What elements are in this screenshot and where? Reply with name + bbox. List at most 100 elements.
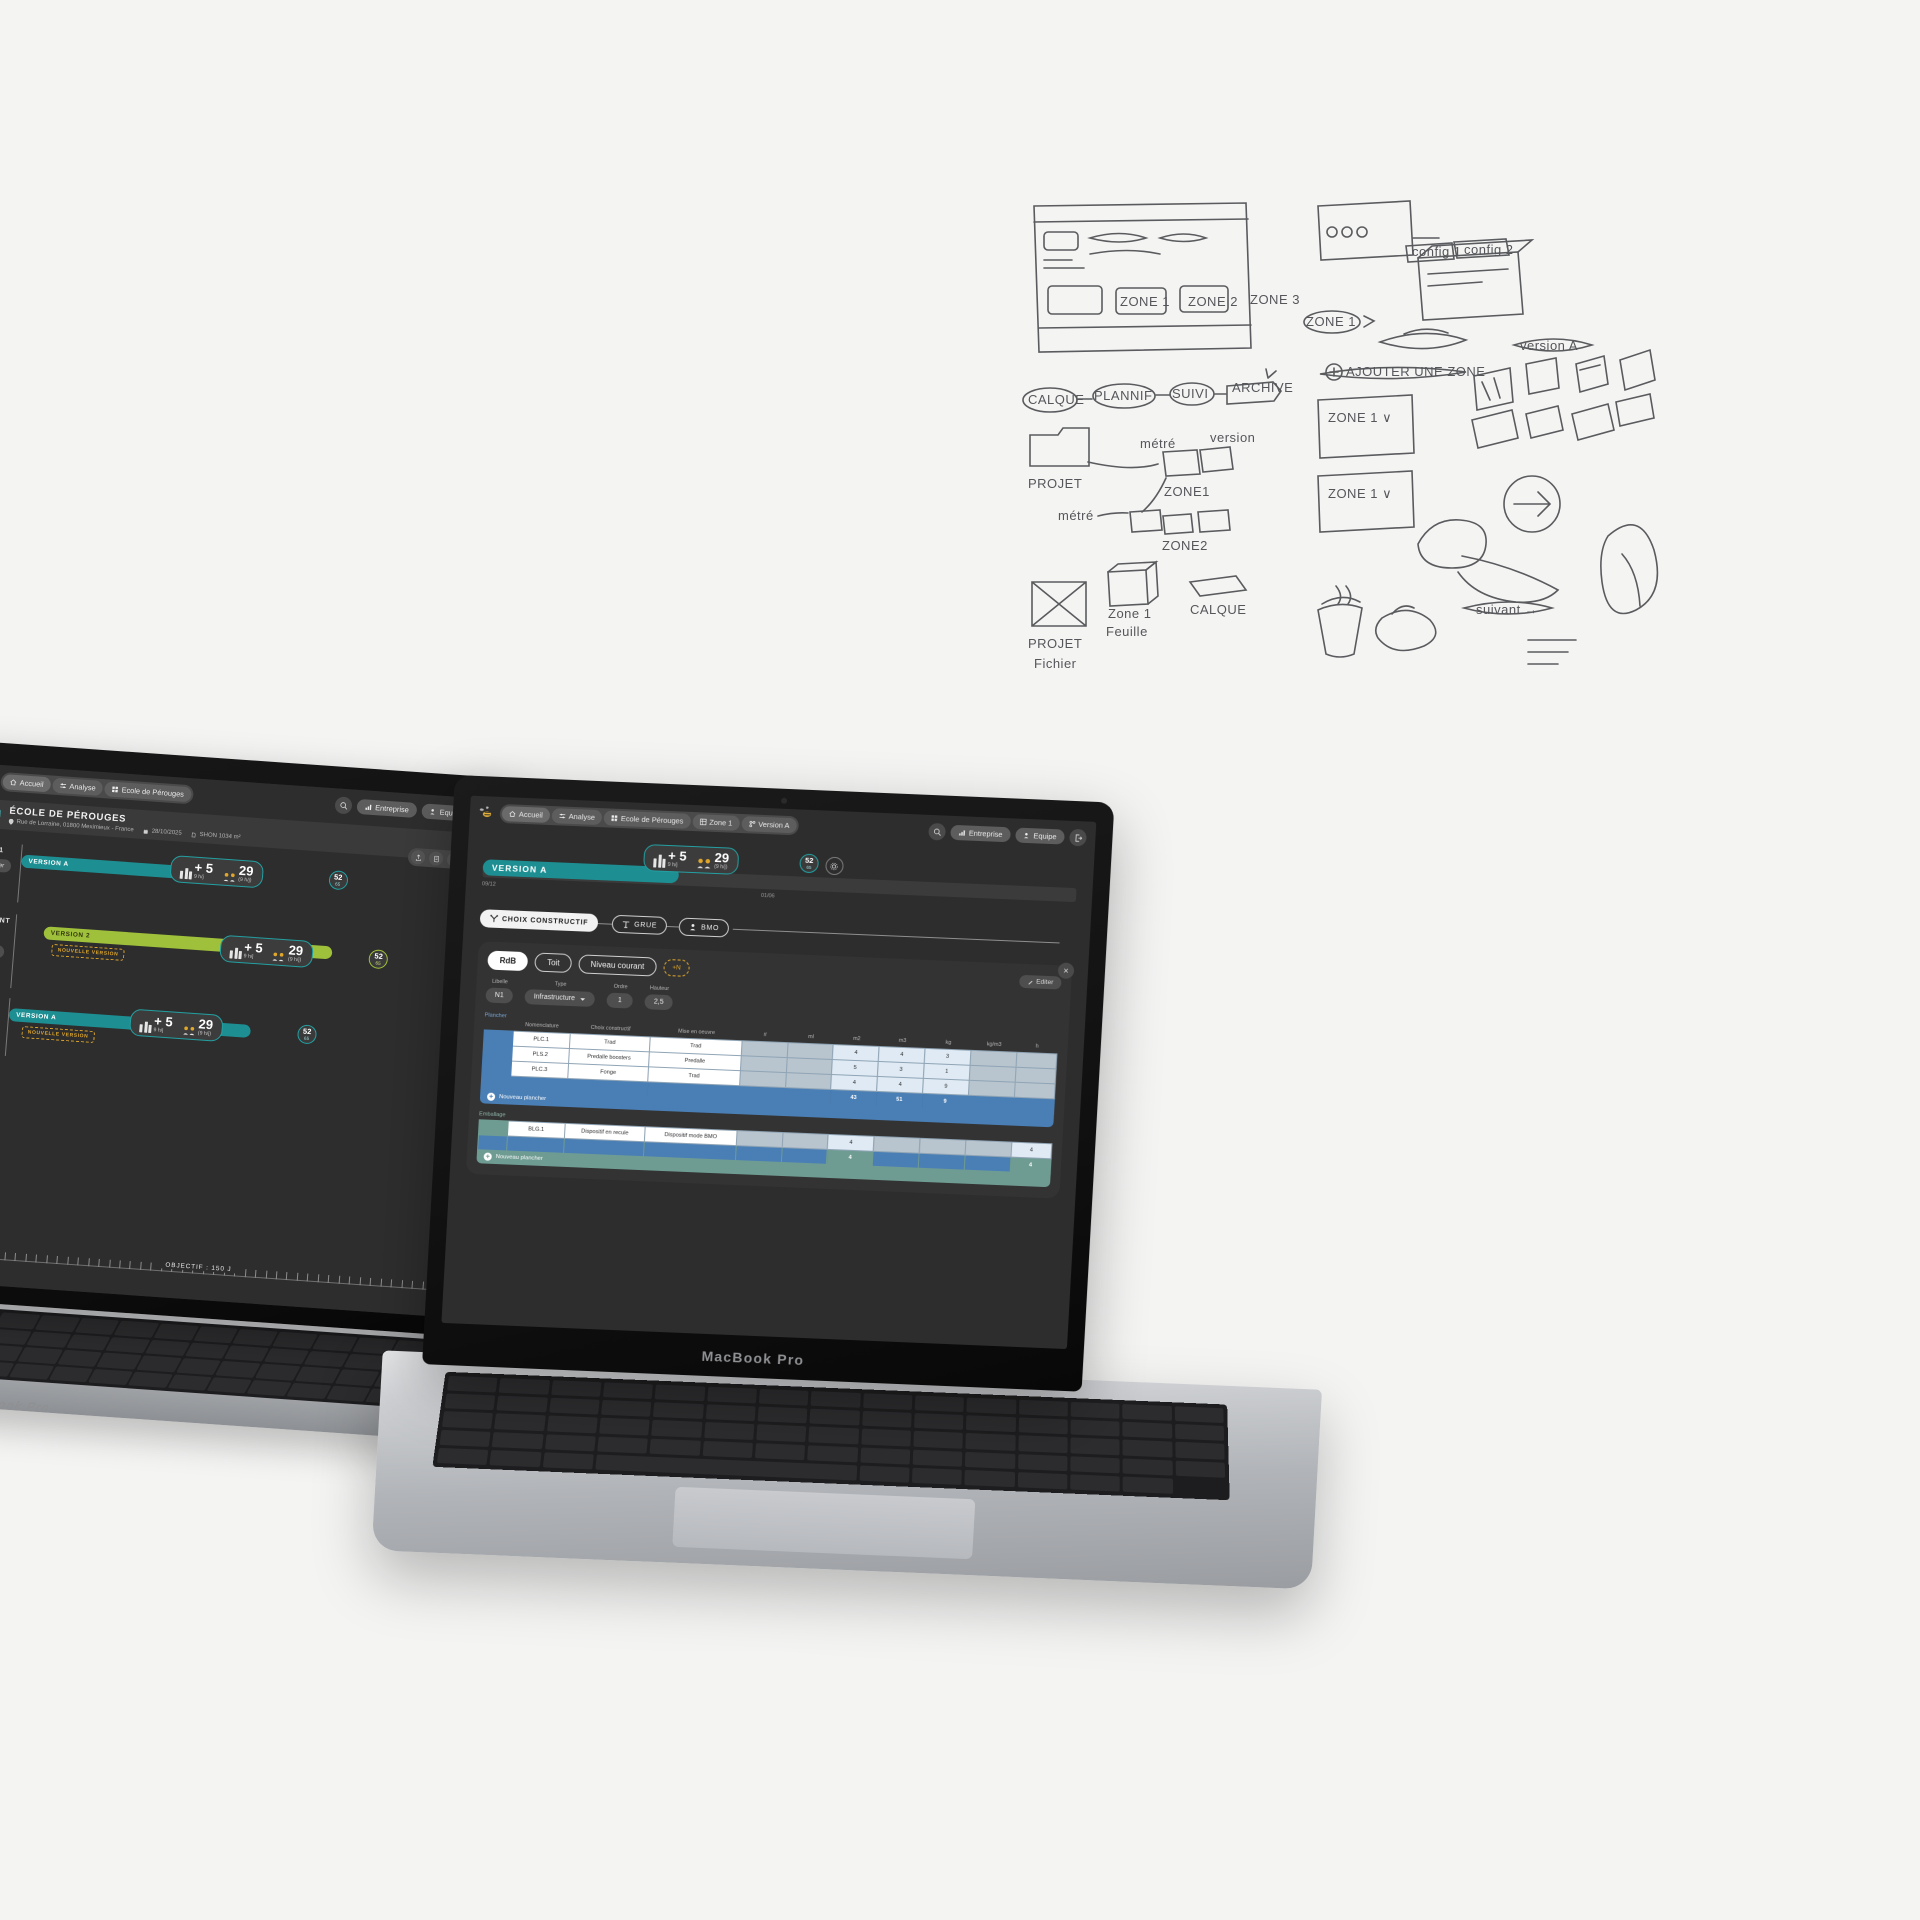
nav-item-entreprise[interactable]: Entreprise	[950, 824, 1011, 843]
document-icon[interactable]	[428, 851, 444, 866]
nav-label: Zone 1	[709, 817, 733, 828]
libelle-input[interactable]: N1	[485, 987, 514, 1004]
edit-button[interactable]: Editer	[1018, 974, 1062, 990]
zone-name: ZONE 3	[0, 999, 2, 1010]
nav-item-equipe[interactable]: Equipe	[1015, 827, 1065, 845]
node-label: GRUE	[633, 921, 658, 930]
timeline-date-start: 09/12	[481, 881, 496, 888]
calendar-icon	[144, 828, 149, 834]
zone-edit-button[interactable]: Editer	[0, 943, 5, 959]
gear-icon[interactable]	[824, 856, 844, 876]
laptop-back-brand: MacBook Pro	[0, 1394, 54, 1415]
nav-label: Version A	[758, 819, 790, 831]
zone-version-label: VERSION 2	[50, 929, 91, 940]
nav-label: Analyse	[568, 811, 596, 822]
sketch-label-metre-1: métré	[1140, 436, 1176, 451]
tab-rdb[interactable]: RdB	[487, 950, 529, 972]
stat-people-value: 29	[197, 1016, 214, 1033]
stat-people-unit: (9 h/j)	[713, 863, 728, 871]
nav-item-analyse[interactable]: Analyse	[51, 777, 104, 797]
add-label: Nouveau plancher	[495, 1154, 543, 1162]
version-label: VERSION A	[491, 862, 548, 875]
logout-icon[interactable]	[1069, 828, 1087, 847]
field-label: Libelle	[492, 978, 508, 986]
sketch-label-projet-fichier-2: Fichier	[1034, 656, 1077, 671]
person-icon	[690, 924, 696, 931]
field-label: Type	[554, 981, 567, 988]
edit-label: Editer	[1035, 978, 1054, 987]
hauteur-input[interactable]: 2,5	[644, 994, 673, 1011]
share-icon[interactable]	[410, 849, 426, 865]
nav-label: Equipe	[1033, 831, 1057, 842]
stat-people-value: 29	[714, 849, 730, 866]
node-bmo[interactable]: BMO	[678, 917, 730, 938]
sketch-label-suivi: SUIVI	[1172, 386, 1208, 401]
chevron-down-icon	[580, 997, 586, 1001]
nav-item-analyse[interactable]: Analyse	[551, 808, 603, 826]
analysis-icon	[60, 783, 66, 789]
zone-edit-button[interactable]: Editer	[0, 857, 12, 873]
zone-stat-capsule: + 5 9 h/j 29 (9 h/j)	[169, 855, 265, 889]
row-grip[interactable]	[481, 1029, 513, 1077]
grid-icon	[611, 815, 618, 822]
analysis-icon	[559, 813, 566, 819]
score-total: 65	[303, 1035, 310, 1041]
timeline-date-mid: 01/06	[760, 892, 775, 900]
nav-label: Entreprise	[968, 828, 1003, 839]
tab-niveau-courant[interactable]: Niveau courant	[578, 954, 657, 977]
nav-label: Analyse	[69, 781, 97, 793]
sketch-label-projet: PROJET	[1028, 476, 1082, 491]
tab-toit[interactable]: Toit	[534, 952, 573, 974]
row-grip[interactable]	[478, 1119, 508, 1136]
sketch-label-projet-fichier-1: PROJET	[1028, 636, 1082, 651]
choix-constructif-button[interactable]: CHOIX CONSTRUCTIF	[479, 909, 599, 933]
stat-people-unit: (9 h/j)	[237, 876, 252, 884]
type-select[interactable]: Infrastructure	[524, 989, 596, 1008]
zone-icon	[699, 818, 707, 826]
people-icon	[182, 1026, 194, 1036]
new-version-badge: NOUVELLE VERSION	[21, 1026, 95, 1044]
version-icon	[748, 820, 755, 828]
plus-icon: +	[486, 1092, 496, 1101]
nav-item-accueil[interactable]: Accueil	[2, 774, 52, 793]
hand-sketch-overlay: ZONE 1 ZONE 2 ZONE 3 CALQUE PLANNIF SUIV…	[1020, 184, 1740, 820]
sketch-label-version-a: version A	[1520, 338, 1578, 353]
pencil-icon	[1028, 980, 1033, 985]
new-version-badge: NOUVELLE VERSION	[51, 943, 125, 961]
choix-label: CHOIX CONSTRUCTIF	[501, 915, 589, 927]
ordre-input[interactable]: 1	[606, 992, 634, 1009]
nav-item-zone-1[interactable]: Zone 1	[691, 813, 740, 831]
node-grue[interactable]: GRUE	[611, 914, 668, 935]
chart-icon	[365, 804, 372, 811]
nav-item-entreprise[interactable]: Entreprise	[356, 798, 418, 819]
team-icon	[430, 809, 435, 815]
search-icon[interactable]	[928, 822, 947, 841]
back-breadcrumb[interactable]: Accueil Analyse Ecole de Pérouges	[0, 771, 194, 805]
version-timeline[interactable]: VERSION A 09/12 01/06 + 5 9 h/j 29 (9 h/…	[481, 837, 1078, 918]
trackpad[interactable]	[672, 1486, 976, 1560]
score-total: 65	[334, 881, 341, 887]
bee-logo-icon	[479, 806, 492, 817]
people-icon	[697, 858, 711, 869]
nav-item-ecole-de-perouges[interactable]: Ecole de Pérouges	[104, 781, 192, 803]
search-icon[interactable]	[334, 796, 353, 815]
add-level-button[interactable]: +N	[662, 958, 691, 977]
sketch-label-metre-2: métré	[1058, 508, 1094, 523]
nav-item-ecole-de-perouges[interactable]: Ecole de Pérouges	[603, 810, 691, 829]
sketch-label-config1: config 1	[1412, 244, 1462, 259]
sketch-label-zone1-feuille-1: Zone 1	[1108, 606, 1151, 621]
laptop-front: MacBook Pro Accueil Analyse Ecole de Pér…	[371, 775, 1323, 1590]
front-breadcrumb[interactable]: Accueil Analyse Ecole de Pérouges Zone 1	[499, 803, 800, 836]
project-pin-icon	[0, 805, 1, 821]
nav-item-version-a[interactable]: Version A	[740, 816, 797, 834]
score-total: 65	[375, 960, 381, 966]
grid-icon	[112, 786, 119, 793]
laptop-front-base	[371, 1350, 1323, 1590]
people-icon	[223, 872, 235, 882]
zone-row: BÂTIMENT SUR CHIEF Editer VERSION 2	[0, 914, 482, 1009]
nav-item-accueil[interactable]: Accueil	[501, 806, 551, 823]
laptop-front-keyboard[interactable]	[432, 1371, 1230, 1501]
sketch-label-version: version	[1210, 430, 1255, 445]
nav-label: Ecole de Pérouges	[121, 785, 185, 799]
nav-label: Accueil	[518, 809, 543, 820]
